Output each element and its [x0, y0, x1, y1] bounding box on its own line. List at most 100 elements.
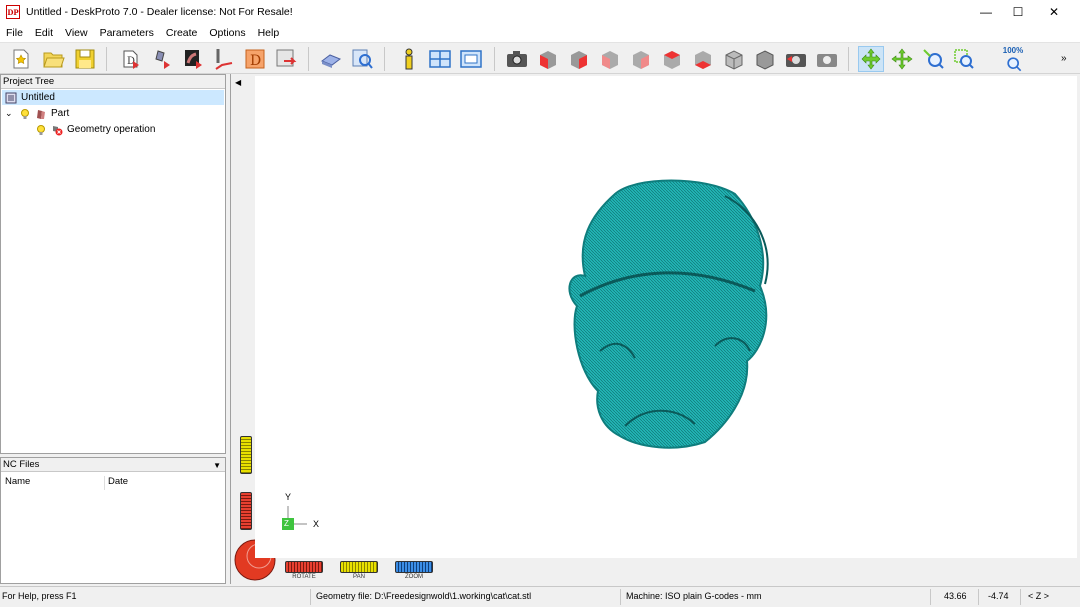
lightbulb-icon[interactable]	[35, 124, 47, 136]
open-icon[interactable]	[40, 46, 66, 72]
app-logo-icon: DP	[6, 5, 20, 19]
view-iso-icon[interactable]	[721, 46, 747, 72]
zoom-dial-horizontal[interactable]	[395, 561, 433, 573]
nc-files-header: NC Files ▼	[1, 458, 225, 472]
rotate-mode-icon[interactable]	[858, 46, 884, 72]
geometry-operation-error-icon	[53, 125, 63, 135]
import-dxf-icon[interactable]: D	[242, 46, 268, 72]
zoom-dial-label: ZOOM	[405, 574, 423, 580]
menu-bar: File Edit View Parameters Create Options…	[0, 24, 1080, 42]
lightbulb-icon[interactable]	[19, 108, 31, 120]
axis-z-label: Z	[284, 519, 289, 528]
status-help-text: For Help, press F1	[2, 591, 77, 601]
status-coord-x: 43.66	[944, 591, 967, 601]
column-name-header[interactable]: Name	[5, 476, 30, 487]
column-date-header[interactable]: Date	[108, 476, 128, 487]
toolbar-separator	[494, 47, 495, 71]
pan-dial-label: PAN	[353, 574, 365, 580]
cat-model-render[interactable]	[255, 76, 1077, 558]
four-views-icon[interactable]	[427, 46, 453, 72]
title-bar: DP Untitled - DeskProto 7.0 - Dealer lic…	[0, 0, 1080, 24]
tree-item-operation[interactable]: Geometry operation	[35, 122, 155, 137]
pan-mode-icon[interactable]	[889, 46, 915, 72]
status-divider	[978, 589, 979, 605]
app-window: DP Untitled - DeskProto 7.0 - Dealer lic…	[0, 0, 1080, 607]
status-axis: < Z >	[1028, 591, 1050, 601]
tree-item-project[interactable]: Untitled	[2, 90, 224, 105]
menu-parameters[interactable]: Parameters	[94, 27, 160, 39]
status-divider	[620, 589, 621, 605]
rotate-dial-label: ROTATE	[292, 574, 316, 580]
toolbar-separator	[848, 47, 849, 71]
import-geometry-icon[interactable]: D	[118, 46, 144, 72]
view-iso2-icon[interactable]	[752, 46, 778, 72]
menu-help[interactable]: Help	[252, 27, 286, 39]
menu-file[interactable]: File	[0, 27, 29, 39]
menu-view[interactable]: View	[59, 27, 94, 39]
simulate-icon[interactable]	[318, 46, 344, 72]
import-part-icon[interactable]	[149, 46, 175, 72]
rotate-dial-horizontal[interactable]	[285, 561, 323, 573]
status-divider	[930, 589, 931, 605]
column-divider[interactable]	[104, 476, 105, 490]
info-icon[interactable]	[396, 46, 422, 72]
3d-viewport[interactable]: Y Z X	[255, 76, 1077, 558]
window-title: Untitled - DeskProto 7.0 - Dealer licens…	[26, 6, 293, 18]
viewport-frame: ◀ Y Z X ROTATE PAN ZOOM	[230, 74, 1080, 584]
preview-icon[interactable]	[349, 46, 375, 72]
collapse-panel-icon[interactable]: ◀	[235, 78, 241, 87]
axis-x-label: X	[313, 519, 320, 529]
menu-edit[interactable]: Edit	[29, 27, 59, 39]
tree-item-part[interactable]: ⌄ Part	[5, 106, 69, 121]
save-icon[interactable]	[72, 46, 98, 72]
export-icon[interactable]	[273, 46, 299, 72]
svg-text:D: D	[250, 53, 261, 69]
toolbar-overflow-button[interactable]: »	[1061, 53, 1067, 64]
view-bottom-icon[interactable]	[690, 46, 716, 72]
single-view-icon[interactable]	[458, 46, 484, 72]
zoom-window-icon[interactable]	[951, 46, 977, 72]
nc-files-column-header: Name Date	[1, 474, 225, 490]
dropdown-arrow-icon[interactable]: ▼	[213, 459, 221, 473]
view-front-icon[interactable]	[535, 46, 561, 72]
axis-y-label: Y	[285, 492, 292, 502]
tree-item-project-label: Untitled	[21, 92, 55, 103]
status-machine: Machine: ISO plain G-codes - mm	[626, 591, 762, 601]
project-tree-panel: Project Tree Untitled ⌄ Part Geometry op…	[0, 74, 226, 454]
zoom-all-label: 100%	[1002, 46, 1024, 55]
import-bitmap-icon[interactable]	[180, 46, 206, 72]
status-divider	[310, 589, 311, 605]
view-back-icon[interactable]	[566, 46, 592, 72]
nc-files-title: NC Files	[3, 459, 40, 470]
menu-options[interactable]: Options	[203, 27, 251, 39]
new-icon[interactable]	[8, 46, 34, 72]
tree-item-part-label: Part	[51, 108, 70, 119]
rotate-camera-icon[interactable]	[783, 46, 809, 72]
minimize-button[interactable]: —	[968, 0, 1004, 24]
status-divider	[1020, 589, 1021, 605]
status-geometry-file: Geometry file: D:\Freedesignwold\1.worki…	[316, 591, 532, 601]
maximize-button[interactable]: ☐	[1000, 0, 1036, 24]
chevron-down-icon[interactable]: ⌄	[5, 108, 19, 119]
close-button[interactable]: ✕	[1036, 0, 1072, 24]
toolbar-separator	[384, 47, 385, 71]
toolbar: D D 100% »	[0, 42, 1080, 74]
rotate-dial-vertical[interactable]	[240, 492, 252, 530]
reset-camera-icon[interactable]	[814, 46, 840, 72]
toolbar-separator	[308, 47, 309, 71]
status-bar: For Help, press F1 Geometry file: D:\Fre…	[0, 586, 1080, 607]
pan-dial-vertical[interactable]	[240, 436, 252, 474]
toolpath-icon[interactable]	[211, 46, 237, 72]
zoom-mode-icon[interactable]	[920, 46, 946, 72]
part-icon	[37, 109, 45, 119]
tree-item-operation-label: Geometry operation	[67, 124, 156, 135]
view-top-icon[interactable]	[659, 46, 685, 72]
nc-files-panel: NC Files ▼ Name Date	[0, 457, 226, 584]
view-right-icon[interactable]	[628, 46, 654, 72]
camera-icon[interactable]	[504, 46, 530, 72]
pan-dial-horizontal[interactable]	[340, 561, 378, 573]
menu-create[interactable]: Create	[160, 27, 204, 39]
toolbar-separator	[106, 47, 107, 71]
view-left-icon[interactable]	[597, 46, 623, 72]
project-icon	[5, 92, 17, 103]
